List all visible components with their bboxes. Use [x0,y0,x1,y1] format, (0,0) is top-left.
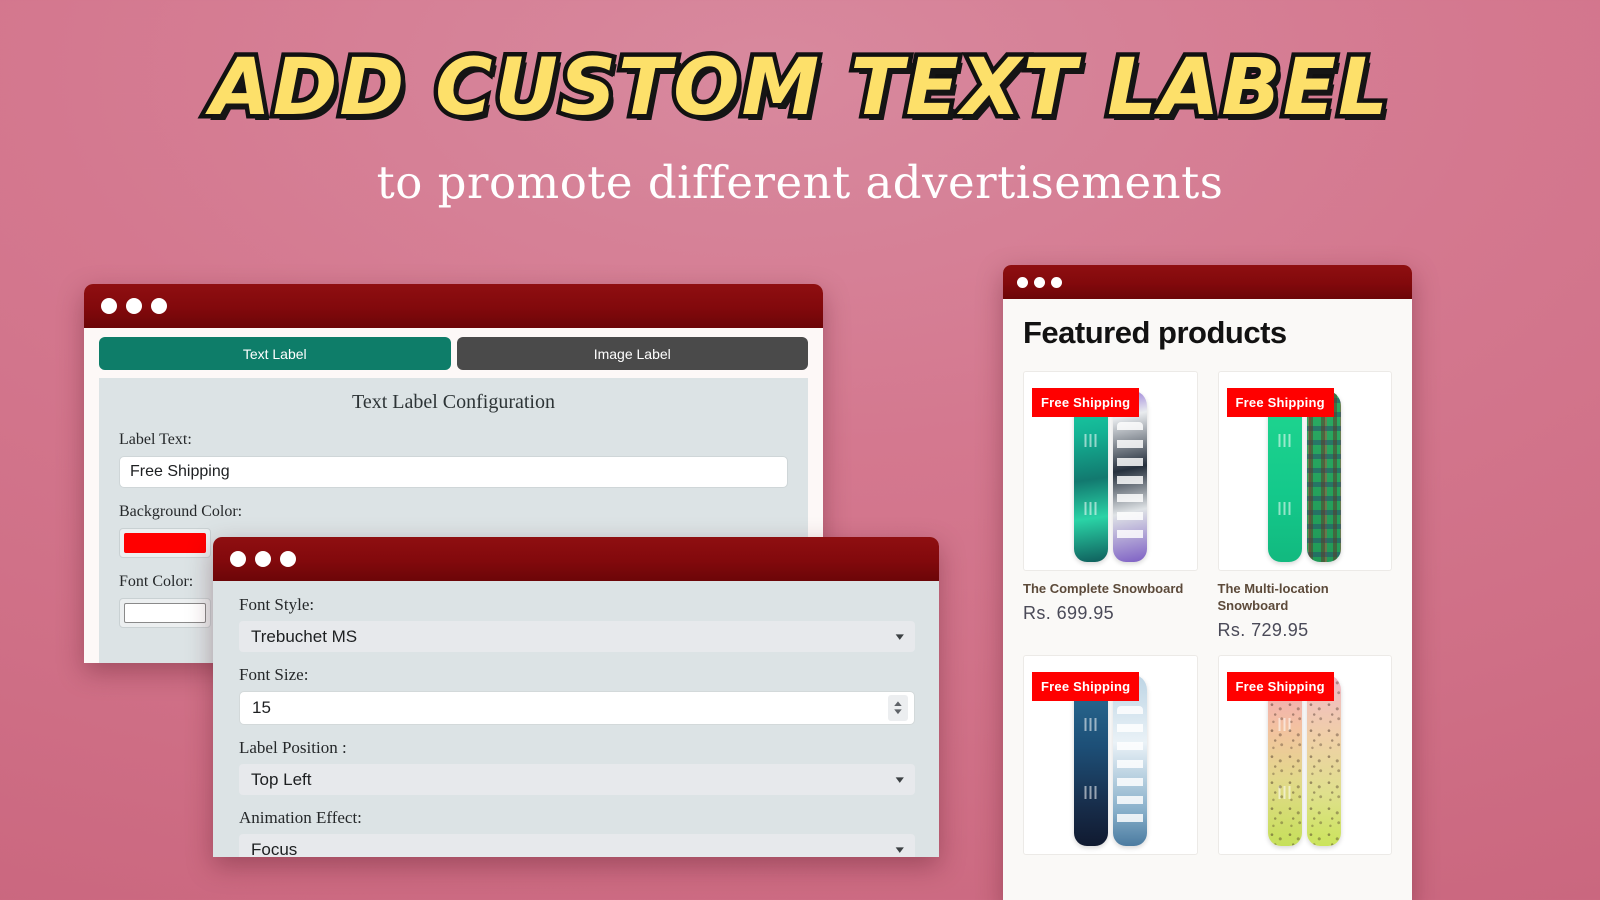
page-subtitle: to promote different advertisements [376,155,1224,209]
product-image[interactable]: Free Shipping [1217,371,1392,571]
storefront-preview-window: Featured products Free Shipping The Comp… [1003,265,1412,900]
chevron-down-icon: ▾ [896,774,905,786]
animation-effect-value: Focus [251,839,298,858]
font-style-select[interactable]: Trebuchet MS ▾ [239,621,915,652]
spinner-down-icon: ▼ [891,707,905,716]
font-color-swatch [124,603,206,623]
window-titlebar [84,284,823,328]
window-titlebar [213,537,939,581]
status-badge: Free Shipping [1032,388,1140,417]
animation-effect-field-label: Animation Effect: [239,808,362,827]
chevron-down-icon: ▾ [896,631,905,643]
font-size-stepper[interactable]: 15 ▲ ▼ [239,691,915,725]
product-image[interactable]: Free Shipping [1023,371,1198,571]
status-badge: Free Shipping [1226,388,1334,417]
window-dot-icon[interactable] [151,298,167,314]
product-grid: Free Shipping The Complete Snowboard Rs.… [1023,371,1392,864]
status-badge: Free Shipping [1226,672,1334,702]
window-dot-icon[interactable] [1017,276,1028,288]
font-style-value: Trebuchet MS [251,626,358,646]
chevron-down-icon: ▾ [896,844,905,856]
window-dot-icon[interactable] [230,551,246,567]
storefront-body: Featured products Free Shipping The Comp… [1003,299,1412,900]
font-color-picker[interactable] [119,598,211,628]
label-position-select[interactable]: Top Left ▾ [239,764,915,795]
product-card[interactable]: Free Shipping [1217,655,1392,864]
text-label-style-window: Font Style: Trebuchet MS ▾ Font Size: 15… [213,537,939,857]
product-card[interactable]: Free Shipping The Complete Snowboard Rs.… [1023,371,1198,641]
product-price: Rs. 729.95 [1217,620,1309,641]
label-text-field-label: Label Text: [119,431,192,448]
product-card[interactable]: Free Shipping [1023,655,1198,864]
label-position-value: Top Left [251,769,312,789]
window-dot-icon[interactable] [255,551,271,567]
font-size-field-label: Font Size: [239,665,309,684]
window-dot-icon[interactable] [1051,276,1062,288]
background-color-picker[interactable] [119,528,211,558]
tab-image-label[interactable]: Image Label [456,337,808,370]
window-dot-icon[interactable] [280,551,296,567]
background-color-field-label: Background Color: [119,503,243,520]
animation-effect-select[interactable]: Focus ▾ [239,834,915,857]
page-title: ADD CUSTOM TEXT LABEL [206,43,1393,134]
featured-products-heading: Featured products [1023,315,1287,350]
hero-banner: ADD CUSTOM TEXT LABEL to promote differe… [0,0,1600,209]
background-color-swatch [124,533,206,553]
label-text-input[interactable]: Free Shipping [119,456,788,488]
panel-title: Text Label Configuration [352,391,555,413]
label-position-field-label: Label Position : [239,738,347,757]
product-image[interactable]: Free Shipping [1023,655,1198,856]
status-badge: Free Shipping [1032,672,1140,702]
font-size-spinner-icon[interactable]: ▲ ▼ [888,695,908,721]
label-type-tabs: Text Label Image Label [99,337,808,378]
product-card[interactable]: Free Shipping The Multi-location Snowboa… [1217,371,1392,641]
window-dot-icon[interactable] [101,298,117,314]
product-title: The Complete Snowboard [1023,581,1184,596]
window-titlebar [1003,265,1412,299]
font-size-value: 15 [252,698,271,717]
tab-text-label[interactable]: Text Label [99,337,451,370]
font-style-field-label: Font Style: [239,595,315,614]
window-dot-icon[interactable] [1034,276,1045,288]
product-price: Rs. 699.95 [1023,603,1115,624]
style-config-panel: Font Style: Trebuchet MS ▾ Font Size: 15… [213,581,939,857]
product-title: The Multi-location Snowboard [1217,581,1329,614]
product-image[interactable]: Free Shipping [1217,655,1392,856]
window-dot-icon[interactable] [126,298,142,314]
